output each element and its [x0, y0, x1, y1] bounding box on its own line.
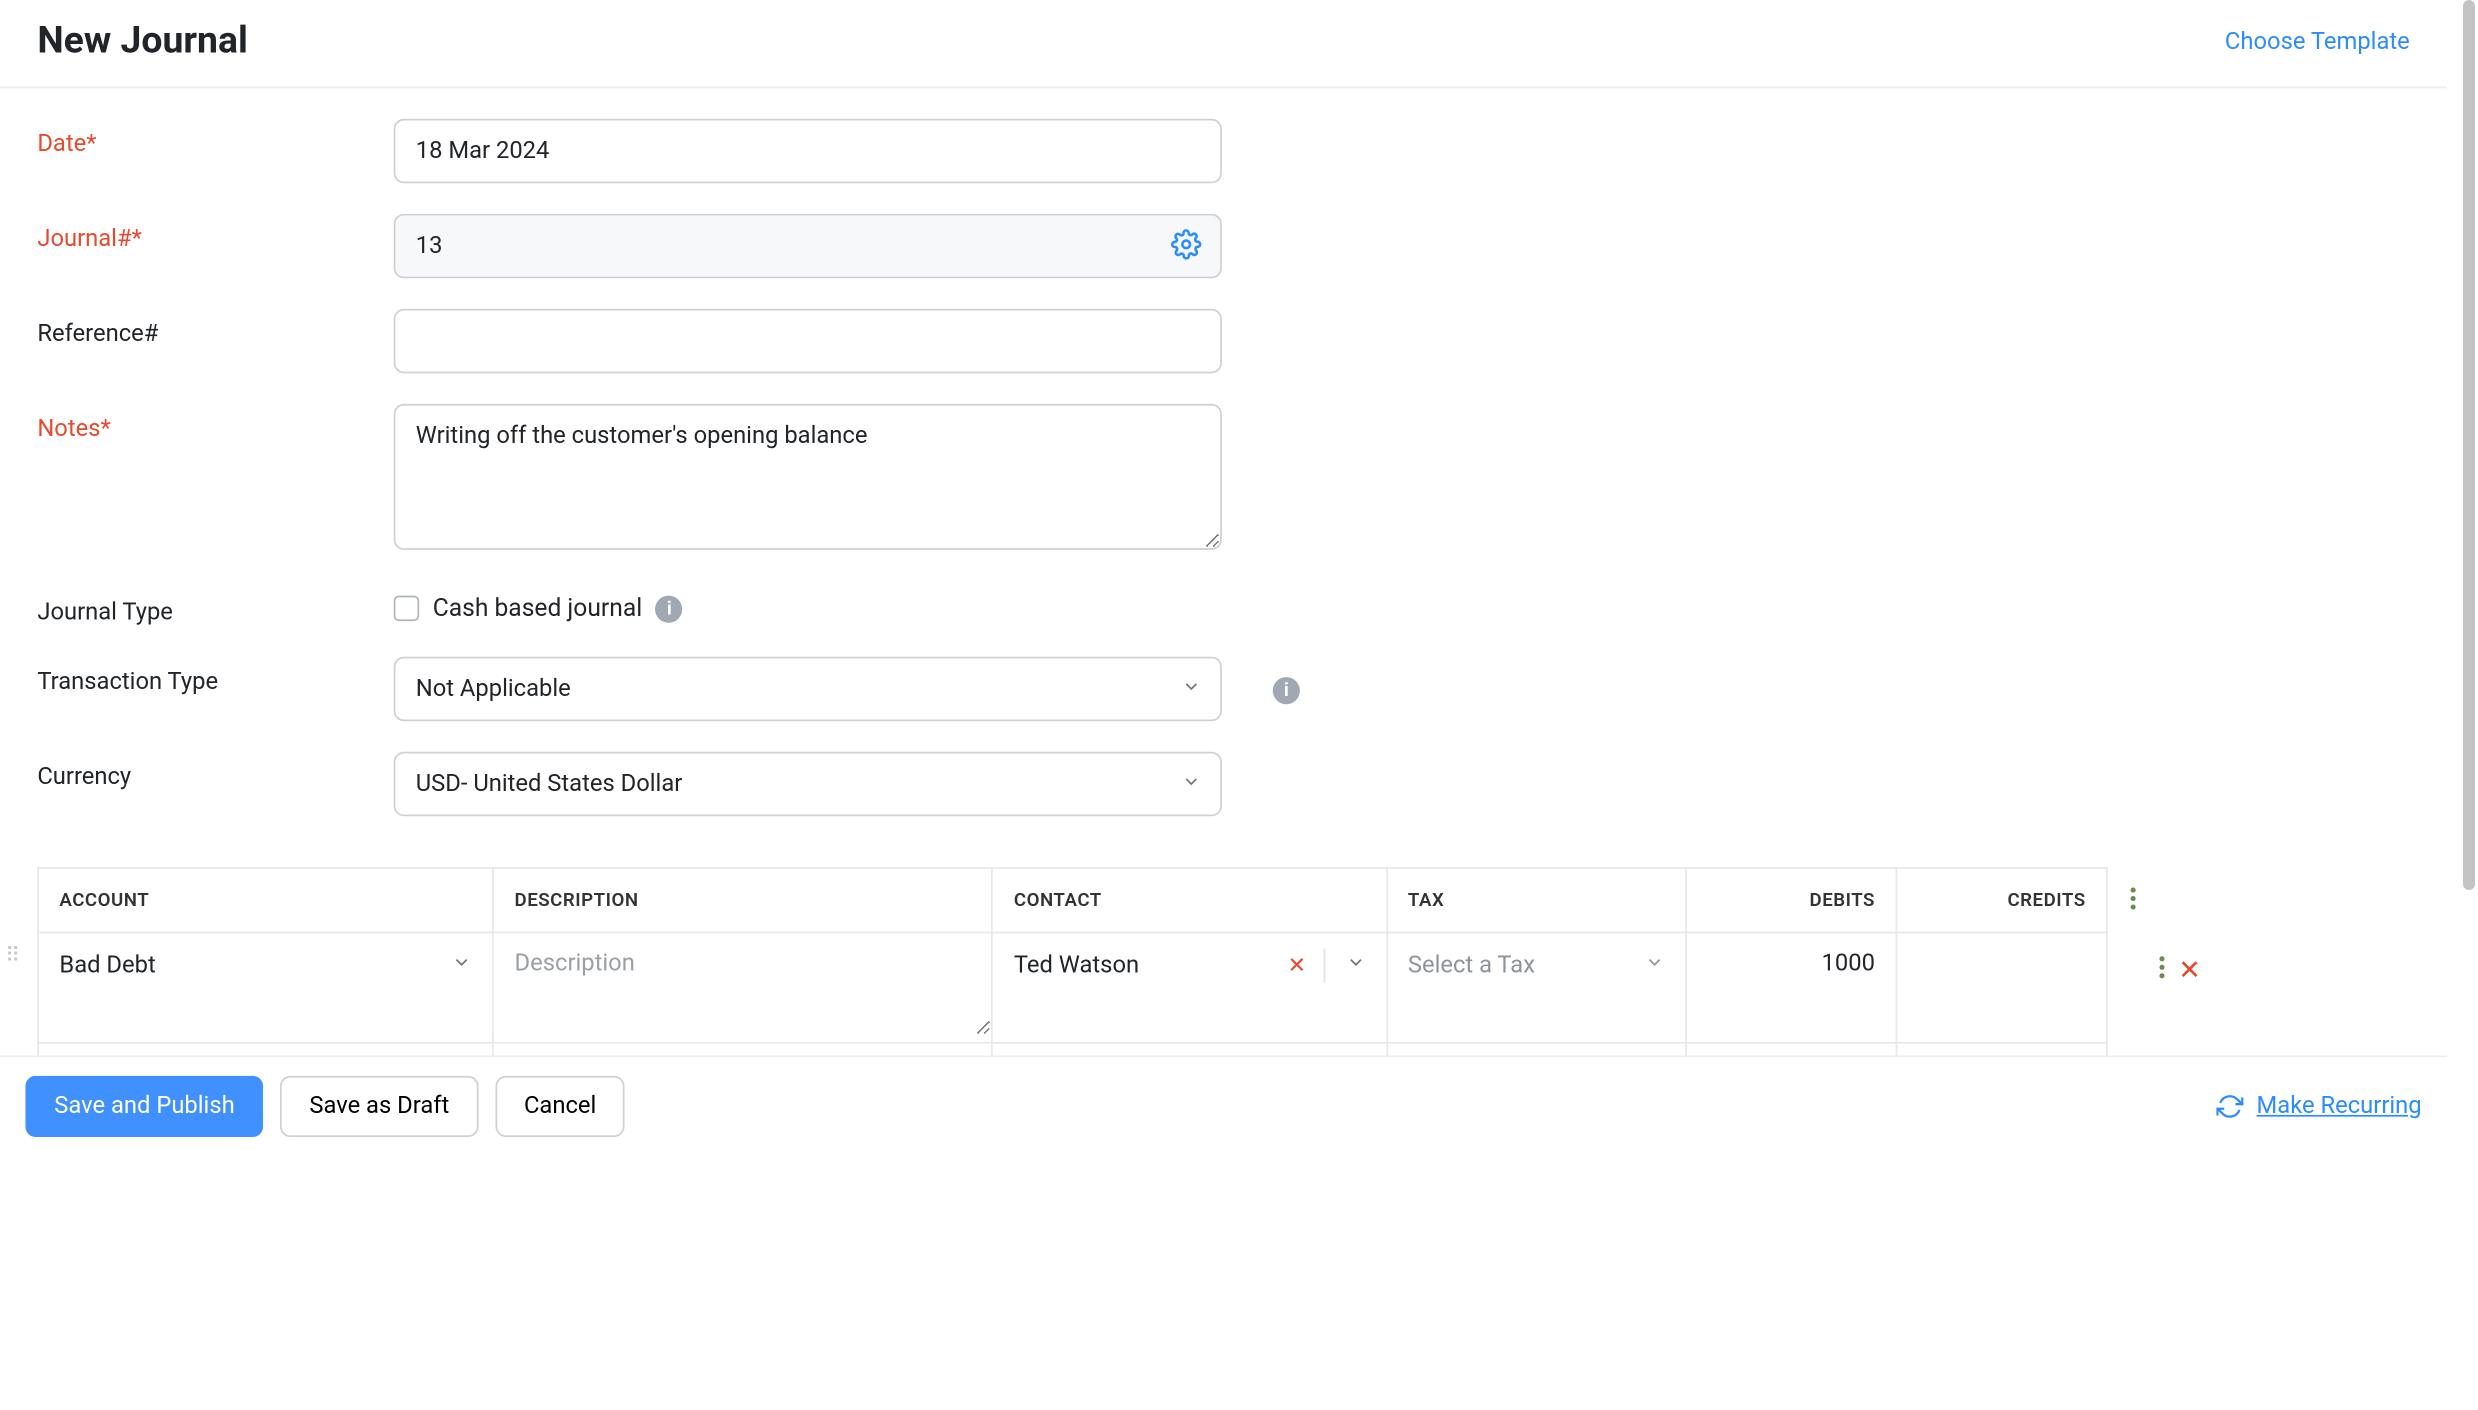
page-header: New Journal Choose Template [0, 0, 2447, 88]
cancel-button[interactable]: Cancel [495, 1075, 625, 1136]
tax-select[interactable]: Select a Tax [1388, 933, 1685, 997]
currency-label: Currency [37, 752, 393, 791]
cash-based-checkbox[interactable] [394, 596, 419, 621]
scrollbar[interactable] [2462, 0, 2478, 1410]
drag-handle-icon[interactable]: ⠿ [5, 944, 18, 968]
account-select[interactable]: Bad Debt [39, 933, 492, 997]
page-title: New Journal [37, 20, 248, 62]
info-icon[interactable]: i [656, 595, 683, 622]
table-row: ⠿ Bad Debt Ted Watson ✕ [38, 933, 2107, 1043]
chevron-down-icon [452, 952, 472, 979]
currency-select[interactable] [394, 752, 1222, 816]
journal-number-input[interactable] [394, 214, 1222, 278]
clear-icon[interactable]: ✕ [1271, 953, 1323, 978]
choose-template-link[interactable]: Choose Template [2225, 28, 2410, 55]
col-header-credits: CREDITS [1896, 868, 2107, 932]
col-header-account: ACCOUNT [38, 868, 493, 932]
col-header-description: DESCRIPTION [493, 868, 992, 932]
cash-based-label: Cash based journal [433, 594, 642, 623]
notes-label: Notes* [37, 404, 393, 443]
col-header-debits: DEBITS [1686, 868, 1897, 932]
col-header-contact: CONTACT [993, 868, 1387, 932]
credits-value[interactable] [1897, 933, 2106, 950]
date-input[interactable] [394, 119, 1222, 183]
transaction-type-select[interactable] [394, 657, 1222, 721]
chevron-down-icon [1325, 952, 1386, 979]
footer-bar: Save and Publish Save as Draft Cancel Ma… [0, 1056, 2447, 1154]
kebab-icon[interactable] [2130, 886, 2137, 915]
delete-row-icon[interactable]: ✕ [2178, 954, 2201, 986]
form-area: Date* Journal#* Re [0, 88, 2447, 867]
scrollbar-thumb[interactable] [2463, 0, 2475, 890]
journal-number-label: Journal#* [37, 214, 393, 253]
gear-icon[interactable] [1171, 229, 1202, 260]
info-icon[interactable]: i [1273, 676, 1300, 703]
make-recurring-link[interactable]: Make Recurring [2216, 1092, 2422, 1119]
debits-value[interactable]: 1000 [1686, 933, 1895, 977]
date-label: Date* [37, 119, 393, 158]
reference-label: Reference# [37, 309, 393, 348]
description-textarea[interactable] [494, 933, 992, 1035]
kebab-icon[interactable] [2158, 955, 2165, 986]
col-header-tax: TAX [1387, 868, 1686, 932]
chevron-down-icon [1644, 952, 1664, 979]
transaction-type-label: Transaction Type [37, 657, 393, 696]
contact-select[interactable]: Ted Watson ✕ [994, 933, 1386, 997]
save-publish-button[interactable]: Save and Publish [25, 1075, 263, 1136]
notes-textarea[interactable] [394, 404, 1222, 550]
save-draft-button[interactable]: Save as Draft [281, 1075, 479, 1136]
reference-input[interactable] [394, 309, 1222, 373]
refresh-icon [2216, 1092, 2243, 1119]
journal-type-label: Journal Type [37, 587, 393, 626]
